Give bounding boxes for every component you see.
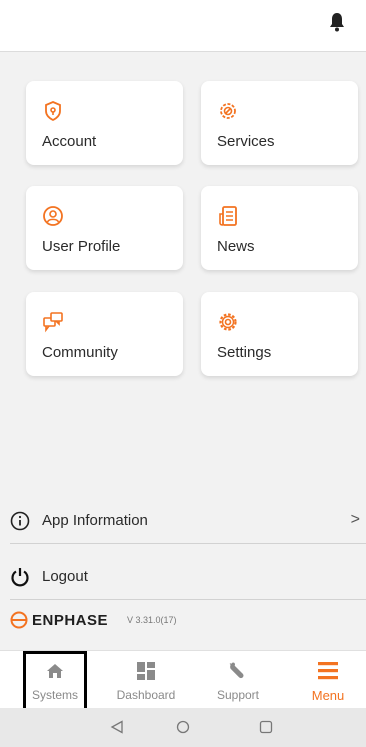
tab-dashboard-label: Dashboard <box>116 688 176 702</box>
enphase-logo-icon <box>10 611 28 629</box>
logout-row[interactable]: Logout <box>10 555 366 600</box>
recents-square-icon[interactable] <box>259 720 273 734</box>
logout-label: Logout <box>42 568 88 585</box>
menu-icon <box>318 662 338 680</box>
services-label: Services <box>217 133 275 150</box>
selection-highlight-box <box>23 651 87 712</box>
settings-card[interactable]: Settings <box>201 292 358 376</box>
brand-name: ENPHASE <box>32 612 109 629</box>
news-label: News <box>217 238 255 255</box>
account-label: Account <box>42 133 97 150</box>
news-icon <box>219 206 237 226</box>
chat-bubbles-icon <box>43 312 63 333</box>
tab-menu[interactable]: Menu <box>296 651 360 709</box>
tab-support-label: Support <box>216 688 260 702</box>
user-profile-label: User Profile <box>42 238 121 255</box>
services-card[interactable]: Services <box>201 81 358 165</box>
shield-icon <box>45 101 61 122</box>
community-label: Community <box>42 344 118 361</box>
gear-wrench-icon <box>220 103 236 119</box>
tab-dashboard[interactable]: Dashboard <box>108 651 184 709</box>
system-navigation-bar <box>0 708 366 747</box>
brand-footer: ENPHASE V 3.31.0(17) <box>10 610 350 640</box>
news-card[interactable]: News <box>201 186 358 270</box>
app-information-row[interactable]: App Information > <box>10 499 366 544</box>
info-icon <box>10 511 30 531</box>
user-profile-card[interactable]: User Profile <box>26 186 183 270</box>
wrench-icon <box>229 662 244 679</box>
chevron-right-icon: > <box>350 511 360 528</box>
top-bar <box>0 0 366 52</box>
settings-label: Settings <box>217 344 272 361</box>
app-information-label: App Information <box>42 512 148 529</box>
back-triangle-icon[interactable] <box>110 720 124 734</box>
home-circle-icon[interactable] <box>176 720 190 734</box>
community-card[interactable]: Community <box>26 292 183 376</box>
power-icon <box>11 568 29 587</box>
account-card[interactable]: Account <box>26 81 183 165</box>
user-circle-icon <box>43 206 63 226</box>
gear-icon <box>219 313 237 331</box>
tab-support[interactable]: Support <box>206 651 270 709</box>
app-version: V 3.31.0(17) <box>127 615 177 625</box>
bell-icon[interactable] <box>328 12 346 32</box>
tab-menu-label: Menu <box>311 688 345 703</box>
dashboard-icon <box>137 662 155 680</box>
